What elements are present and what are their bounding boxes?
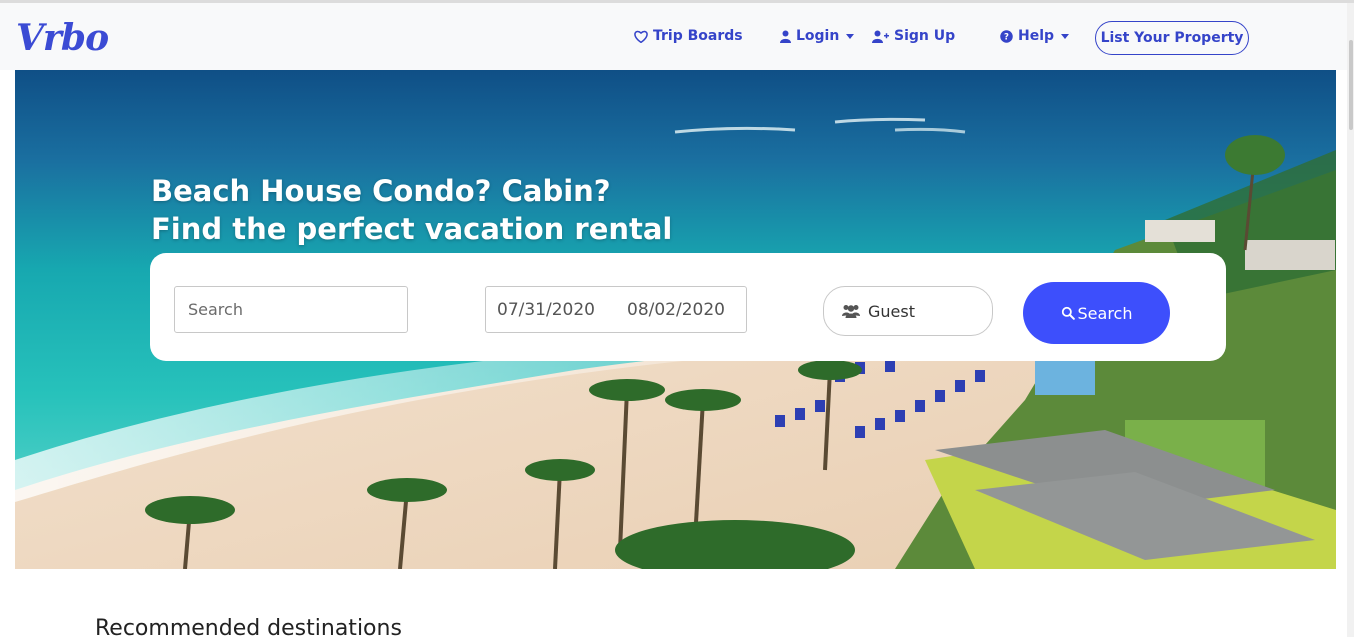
question-circle-icon: ?	[1000, 29, 1013, 43]
check-in-date: 07/31/2020	[497, 299, 595, 320]
chevron-down-icon	[846, 33, 855, 39]
heart-icon	[634, 30, 648, 43]
user-plus-icon	[872, 30, 889, 43]
help-dropdown[interactable]: ? Help	[1000, 28, 1070, 44]
trip-boards-label: Trip Boards	[653, 28, 743, 44]
user-icon	[780, 30, 791, 43]
users-icon	[842, 305, 860, 318]
chevron-down-icon	[1061, 33, 1070, 39]
search-icon	[1061, 306, 1075, 320]
hero-banner: Beach House Condo? Cabin? Find the perfe…	[15, 70, 1336, 569]
vrbo-logo[interactable]: Vrbo	[16, 17, 109, 59]
sign-up-label: Sign Up	[894, 28, 956, 44]
recommended-destinations-heading: Recommended destinations	[95, 616, 402, 641]
help-label: Help	[1018, 28, 1055, 44]
search-button[interactable]: Search	[1023, 282, 1170, 344]
guest-selector[interactable]: Guest	[823, 286, 993, 336]
login-dropdown[interactable]: Login	[780, 28, 855, 44]
guest-label: Guest	[868, 301, 915, 321]
hero-headline-line1: Beach House Condo? Cabin?	[151, 174, 611, 208]
search-panel: 07/31/2020 08/02/2020 Guest Search	[150, 253, 1226, 361]
hero-headline: Beach House Condo? Cabin? Find the perfe…	[151, 172, 672, 248]
list-your-property-button[interactable]: List Your Property	[1095, 21, 1249, 55]
destination-search-input[interactable]	[174, 286, 408, 333]
login-label: Login	[796, 28, 840, 44]
scrollbar-thumb[interactable]	[1349, 40, 1353, 130]
hero-headline-line2: Find the perfect vacation rental	[151, 212, 673, 246]
check-out-date: 08/02/2020	[627, 299, 725, 320]
top-navbar: Vrbo Trip Boards Login Sign Up ? Help Li…	[0, 0, 1354, 70]
date-range-picker[interactable]: 07/31/2020 08/02/2020	[485, 286, 747, 333]
trip-boards-link[interactable]: Trip Boards	[634, 28, 743, 44]
svg-text:?: ?	[1004, 32, 1009, 42]
sign-up-link[interactable]: Sign Up	[872, 28, 955, 44]
search-button-label: Search	[1077, 303, 1133, 323]
